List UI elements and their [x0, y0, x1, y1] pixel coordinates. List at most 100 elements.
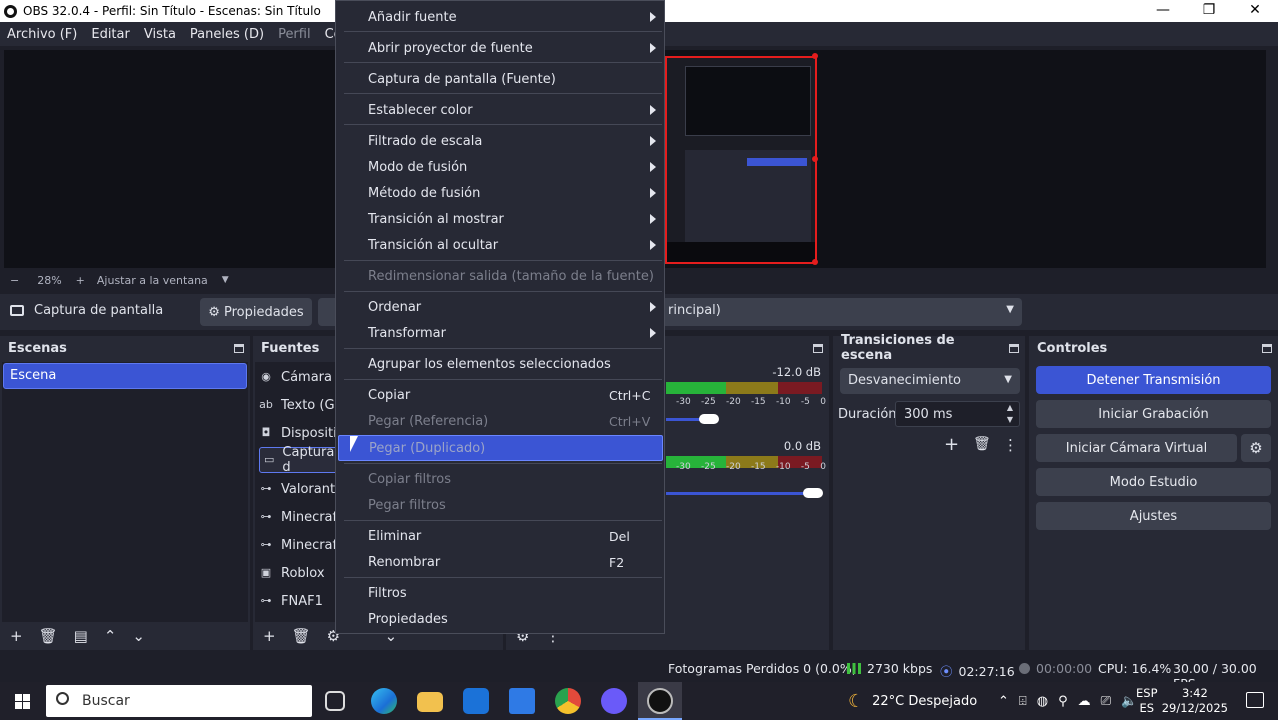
- source-item[interactable]: ab Texto (GD: [259, 392, 344, 418]
- menu-item-transform[interactable]: Transformar: [336, 320, 664, 346]
- source-item-selected[interactable]: ▭ Captura d: [259, 445, 339, 475]
- menu-item-paste-filters[interactable]: Pegar filtros: [336, 492, 664, 518]
- menu-item-paste-reference[interactable]: Pegar (Referencia) Ctrl+V: [336, 408, 664, 434]
- menu-archivo[interactable]: Archivo (F): [0, 27, 84, 42]
- source-item[interactable]: ⊶ Valorant: [259, 476, 336, 502]
- more-icon[interactable]: ⋮: [1003, 436, 1018, 454]
- input-language[interactable]: ESP ES: [1136, 686, 1158, 716]
- menu-paneles[interactable]: Paneles (D): [183, 27, 271, 42]
- resize-handle[interactable]: [812, 259, 818, 265]
- scene-select[interactable]: rincipal) ▼: [660, 298, 1022, 326]
- source-item[interactable]: ⊶ Minecraf: [259, 504, 338, 530]
- resize-handle[interactable]: [812, 156, 818, 162]
- selected-source-preview[interactable]: [665, 56, 817, 264]
- resize-handle[interactable]: [812, 53, 818, 59]
- duration-input[interactable]: 300 ms ▲ ▼: [895, 401, 1020, 427]
- taskbar-search[interactable]: Buscar: [46, 685, 312, 717]
- undock-icon[interactable]: [1009, 343, 1019, 353]
- transition-select[interactable]: Desvanecimiento ▼: [840, 368, 1020, 394]
- menu-item-order[interactable]: Ordenar: [336, 294, 664, 320]
- volume-slider-knob[interactable]: [699, 414, 719, 424]
- microphone-icon[interactable]: ⚲: [1058, 694, 1068, 709]
- webcam-icon[interactable]: ◍: [1037, 694, 1048, 709]
- menu-item-properties[interactable]: Propiedades: [336, 606, 664, 632]
- undock-icon[interactable]: [234, 343, 244, 353]
- virtual-camera-settings-button[interactable]: ⚙: [1241, 434, 1271, 462]
- trash-icon[interactable]: 🗑: [292, 627, 311, 645]
- discord-icon[interactable]: [601, 688, 627, 714]
- chevron-down-icon[interactable]: ⌄: [132, 627, 145, 645]
- network-icon[interactable]: ⎚: [1101, 694, 1111, 709]
- zoom-in-button[interactable]: +: [76, 274, 85, 287]
- chevron-up-icon[interactable]: ⌃: [998, 694, 1009, 709]
- windows-start-icon[interactable]: [0, 682, 44, 720]
- chevron-down-icon[interactable]: ▼: [222, 275, 229, 285]
- menu-item-copy[interactable]: Copiar Ctrl+C: [336, 382, 664, 408]
- store-icon[interactable]: [509, 688, 535, 714]
- menu-item-hide-transition[interactable]: Transición al ocultar: [336, 232, 664, 258]
- add-icon[interactable]: +: [10, 627, 23, 645]
- volume-icon[interactable]: 🔈: [1121, 694, 1137, 709]
- menu-perfil[interactable]: Perfil: [271, 27, 318, 42]
- notifications-icon[interactable]: [1246, 692, 1264, 708]
- menu-item-resize-output[interactable]: Redimensionar salida (tamaño de la fuent…: [336, 263, 664, 289]
- undock-icon[interactable]: [1262, 343, 1272, 353]
- properties-button[interactable]: ⚙ Propiedades: [200, 298, 312, 326]
- trash-icon[interactable]: 🗑: [973, 436, 991, 452]
- menu-item-set-color[interactable]: Establecer color: [336, 97, 664, 123]
- menu-vista[interactable]: Vista: [137, 27, 183, 42]
- source-item[interactable]: ◉ Cámara c: [259, 364, 343, 390]
- menu-item-copy-filters[interactable]: Copiar filtros: [336, 466, 664, 492]
- undock-icon[interactable]: [813, 343, 823, 353]
- obs-taskbar-button[interactable]: [638, 682, 682, 720]
- start-recording-button[interactable]: Iniciar Grabación: [1036, 400, 1271, 428]
- menu-item-screenshot-source[interactable]: Captura de pantalla (Fuente): [336, 66, 664, 92]
- menu-item-blend-method[interactable]: Método de fusión: [336, 180, 664, 206]
- volume-slider[interactable]: [666, 492, 806, 495]
- volume-slider-knob[interactable]: [803, 488, 823, 498]
- source-item[interactable]: ▣ Roblox: [259, 560, 325, 586]
- menu-editar[interactable]: Editar: [84, 27, 137, 42]
- add-icon[interactable]: +: [263, 627, 276, 645]
- chevron-up-icon[interactable]: ⌃: [104, 627, 117, 645]
- outlook-icon[interactable]: [463, 688, 489, 714]
- chrome-icon[interactable]: [555, 688, 581, 714]
- maximize-button[interactable]: ❐: [1186, 0, 1232, 22]
- menu-item-paste-duplicate[interactable]: Pegar (Duplicado): [338, 435, 663, 461]
- volume-slider[interactable]: [666, 418, 700, 421]
- minimize-button[interactable]: —: [1140, 0, 1186, 22]
- close-button[interactable]: ✕: [1232, 0, 1278, 22]
- cloud-icon[interactable]: ☁: [1078, 694, 1091, 709]
- start-virtual-camera-button[interactable]: Iniciar Cámara Virtual: [1036, 434, 1237, 462]
- fit-to-window-label[interactable]: Ajustar a la ventana: [97, 274, 208, 287]
- source-item[interactable]: ◘ Dispositi: [259, 420, 337, 446]
- meet-now-icon[interactable]: ⌹: [1019, 694, 1027, 709]
- weather[interactable]: ☾ 22°C Despejado: [848, 682, 977, 720]
- source-item[interactable]: ⊶ Minecraf: [259, 532, 338, 558]
- trash-icon[interactable]: 🗑: [39, 627, 58, 645]
- menu-item-show-transition[interactable]: Transición al mostrar: [336, 206, 664, 232]
- spin-arrows-icon[interactable]: ▲ ▼: [1007, 402, 1013, 426]
- scene-item[interactable]: Escena: [3, 363, 247, 389]
- menu-item-filters[interactable]: Filtros: [336, 580, 664, 606]
- menu-item-blend-mode[interactable]: Modo de fusión: [336, 154, 664, 180]
- stop-streaming-button[interactable]: Detener Transmisión: [1036, 366, 1271, 394]
- task-view-icon[interactable]: [325, 691, 345, 711]
- taskbar: Buscar ☾ 22°C Despejado ⌃ ⌹ ◍ ⚲ ☁ ⎚ 🔈 ES…: [0, 682, 1278, 720]
- zoom-out-button[interactable]: −: [10, 274, 19, 287]
- menu-item-add-source[interactable]: Añadir fuente: [336, 4, 664, 30]
- settings-button[interactable]: Ajustes: [1036, 502, 1271, 530]
- studio-mode-button[interactable]: Modo Estudio: [1036, 468, 1271, 496]
- file-explorer-icon[interactable]: [417, 692, 443, 712]
- menu-item-open-projector[interactable]: Abrir proyector de fuente: [336, 35, 664, 61]
- source-item[interactable]: ⊶ FNAF1: [259, 588, 323, 614]
- add-icon[interactable]: +: [944, 434, 959, 455]
- filter-icon[interactable]: ▤: [74, 627, 88, 645]
- menu-item-delete[interactable]: Eliminar Del: [336, 523, 664, 549]
- menu-item-rename[interactable]: Renombrar F2: [336, 549, 664, 575]
- edge-icon[interactable]: [371, 688, 397, 714]
- clock[interactable]: 3:42 29/12/2025: [1162, 686, 1228, 716]
- menu-item-group-selected[interactable]: Agrupar los elementos seleccionados: [336, 351, 664, 377]
- menu-item-scale-filter[interactable]: Filtrado de escala: [336, 128, 664, 154]
- source-label: Minecraf: [281, 537, 338, 553]
